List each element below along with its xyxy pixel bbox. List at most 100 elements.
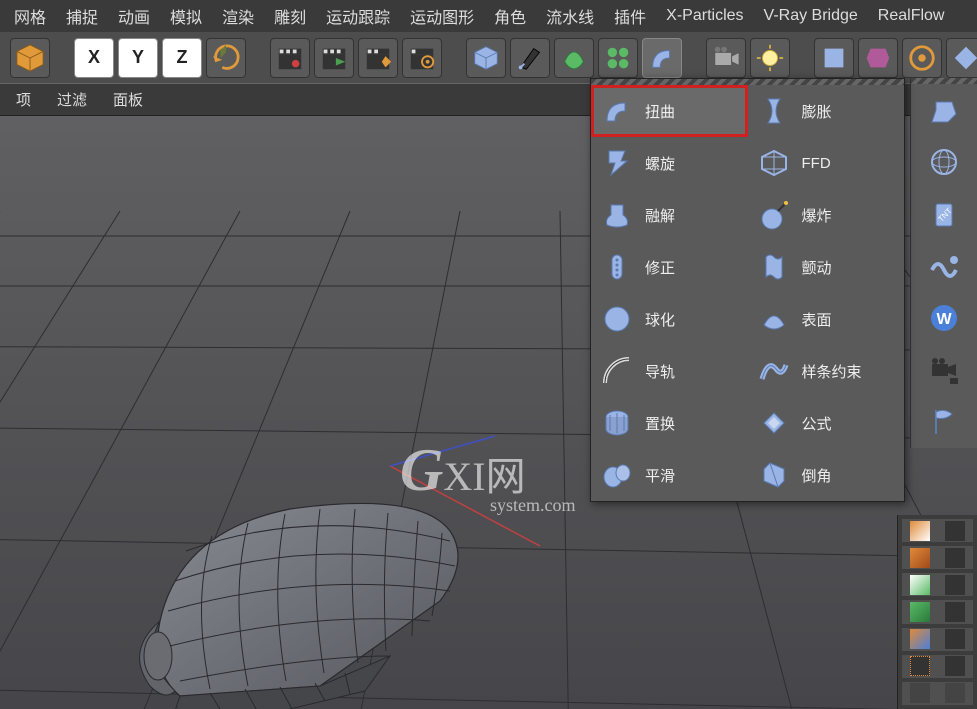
menu-item[interactable]: 插件 xyxy=(604,0,656,32)
menu-item[interactable]: X-Particles xyxy=(656,3,753,29)
light-button[interactable] xyxy=(750,38,790,78)
tool-group-clapper xyxy=(266,38,446,78)
deformer-label: 球化 xyxy=(645,309,675,330)
wave-icon xyxy=(928,250,960,282)
deformer-label: 扭曲 xyxy=(645,101,675,122)
sub-item[interactable]: 项 xyxy=(8,85,39,114)
cube-orange-button[interactable] xyxy=(10,38,50,78)
deformer-jiggle[interactable]: 颤动 xyxy=(748,241,905,293)
svg-text:W: W xyxy=(936,311,952,328)
prim-array-button[interactable] xyxy=(598,38,638,78)
menu-item[interactable]: 流水线 xyxy=(536,0,604,32)
camera-button[interactable] xyxy=(706,38,746,78)
splinewrap-icon xyxy=(758,355,790,387)
strip-wrap[interactable]: W xyxy=(911,292,977,344)
menu-item[interactable]: 模拟 xyxy=(160,0,212,32)
deformer-correct[interactable]: 修正 xyxy=(591,241,748,293)
deformer-splinewrap[interactable]: 样条约束 xyxy=(748,345,905,397)
x-axis-button[interactable]: X xyxy=(74,38,114,78)
deformer-label: 融解 xyxy=(645,205,675,226)
misc3-button[interactable] xyxy=(902,38,942,78)
bent-object xyxy=(120,491,480,709)
br-row[interactable] xyxy=(902,573,973,596)
bulge-icon xyxy=(758,95,790,127)
deformer-twist[interactable]: 螺旋 xyxy=(591,137,748,189)
menu-item[interactable]: 运动图形 xyxy=(400,0,484,32)
bottom-right-panel xyxy=(897,515,977,709)
strip-flag[interactable] xyxy=(911,396,977,448)
menu-item[interactable]: RealFlow xyxy=(868,3,955,29)
deformer-spherify[interactable]: 球化 xyxy=(591,293,748,345)
strip-globe[interactable] xyxy=(911,136,977,188)
prim-pen-button[interactable] xyxy=(510,38,550,78)
z-axis-button[interactable]: Z xyxy=(162,38,202,78)
twist-icon xyxy=(601,147,633,179)
tool-group-misc xyxy=(810,38,977,78)
deformer-bend[interactable]: 扭曲 xyxy=(591,85,748,137)
deformer-bevel[interactable]: 倒角 xyxy=(748,449,905,501)
strip-cam[interactable] xyxy=(911,344,977,396)
misc1-button[interactable] xyxy=(814,38,854,78)
tool-group-camera xyxy=(702,38,794,78)
rail-icon xyxy=(601,355,633,387)
menu-item[interactable]: 渲染 xyxy=(212,0,264,32)
clapper3-button[interactable] xyxy=(358,38,398,78)
br-row[interactable] xyxy=(902,600,973,623)
deformer-rail[interactable]: 导轨 xyxy=(591,345,748,397)
strip-tnt[interactable]: TNT xyxy=(911,188,977,240)
strip-wave[interactable] xyxy=(911,240,977,292)
menubar: 网格 捕捉 动画 模拟 渲染 雕刻 运动跟踪 运动图形 角色 流水线 插件 X-… xyxy=(0,0,977,32)
popup-col2: 膨胀 FFD 爆炸 颤动 表面 样条约束 xyxy=(748,85,905,501)
br-row[interactable] xyxy=(902,682,973,705)
deformer-explode[interactable]: 爆炸 xyxy=(748,189,905,241)
misc2-button[interactable] xyxy=(858,38,898,78)
br-row[interactable] xyxy=(902,655,973,678)
deformer-label: 导轨 xyxy=(645,361,675,382)
sub-item[interactable]: 过滤 xyxy=(49,85,95,114)
deformer-melt[interactable]: 融解 xyxy=(591,189,748,241)
correct-icon xyxy=(601,251,633,283)
deformer-label: 表面 xyxy=(802,309,832,330)
deformer-formula[interactable]: 公式 xyxy=(748,397,905,449)
misc4-button[interactable] xyxy=(946,38,977,78)
menu-item[interactable]: 网格 xyxy=(4,0,56,32)
smooth-icon xyxy=(601,459,633,491)
popup-col1: 扭曲 螺旋 融解 修正 球化 导轨 xyxy=(591,85,748,501)
br-row[interactable] xyxy=(902,628,973,651)
y-axis-button[interactable]: Y xyxy=(118,38,158,78)
explode-icon xyxy=(758,199,790,231)
rotate-arrow-button[interactable] xyxy=(206,38,246,78)
deformer-label: 公式 xyxy=(802,413,832,434)
tool-group-obj xyxy=(6,38,54,78)
menu-item[interactable]: 捕捉 xyxy=(56,0,108,32)
deformer-popup: 扭曲 螺旋 融解 修正 球化 导轨 xyxy=(590,78,905,502)
melt-icon xyxy=(601,199,633,231)
prim-bend-button[interactable] xyxy=(642,38,682,78)
deformer-bulge[interactable]: 膨胀 xyxy=(748,85,905,137)
clapper4-button[interactable] xyxy=(402,38,442,78)
clapper1-button[interactable] xyxy=(270,38,310,78)
deformer-label: 爆炸 xyxy=(802,205,832,226)
jiggle-icon xyxy=(758,251,790,283)
menu-item[interactable]: V-Ray Bridge xyxy=(754,3,868,29)
br-row[interactable] xyxy=(902,519,973,542)
sub-item[interactable]: 面板 xyxy=(105,85,151,114)
deformer-label: 平滑 xyxy=(645,465,675,486)
menu-item[interactable]: 运动跟踪 xyxy=(316,0,400,32)
prim-nurbs-button[interactable] xyxy=(554,38,594,78)
br-row[interactable] xyxy=(902,546,973,569)
deformer-smooth[interactable]: 平滑 xyxy=(591,449,748,501)
tnt-icon: TNT xyxy=(928,198,960,230)
formula-icon xyxy=(758,407,790,439)
menu-item[interactable]: 雕刻 xyxy=(264,0,316,32)
clapper2-button[interactable] xyxy=(314,38,354,78)
menu-item[interactable]: 动画 xyxy=(108,0,160,32)
deformer-ffd[interactable]: FFD xyxy=(748,137,905,189)
menu-item[interactable]: 角色 xyxy=(484,0,536,32)
deformer-displace[interactable]: 置换 xyxy=(591,397,748,449)
box3d-icon xyxy=(928,94,960,126)
deformer-surface[interactable]: 表面 xyxy=(748,293,905,345)
prim-cube-button[interactable] xyxy=(466,38,506,78)
deformer-label: 样条约束 xyxy=(802,361,862,382)
strip-box3d[interactable] xyxy=(911,84,977,136)
